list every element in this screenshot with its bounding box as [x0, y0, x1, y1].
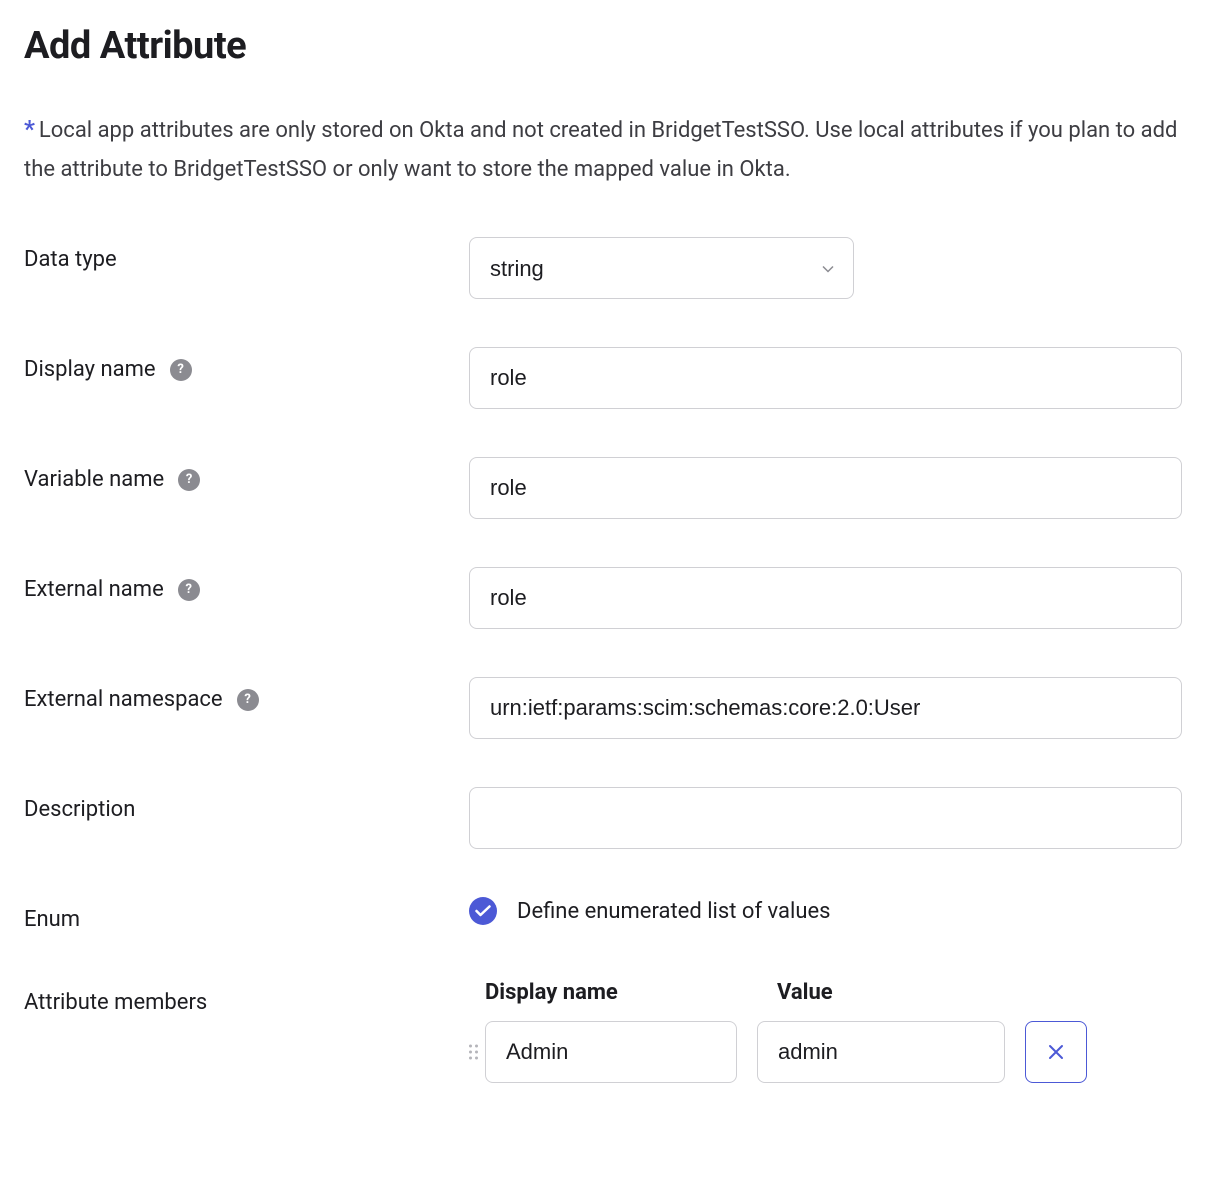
variable-name-input[interactable]	[469, 457, 1182, 519]
row-variable-name: Variable name ?	[24, 457, 1182, 519]
members-header: Display name Value	[469, 980, 1182, 1005]
members-col-value: Value	[777, 980, 1025, 1005]
help-icon[interactable]: ?	[178, 579, 200, 601]
members-col-display-name: Display name	[485, 980, 737, 1005]
member-row	[485, 1021, 1182, 1083]
label-external-name: External name ?	[24, 567, 469, 602]
label-variable-name-text: Variable name	[24, 467, 164, 492]
help-icon[interactable]: ?	[237, 689, 259, 711]
label-attribute-members: Attribute members	[24, 980, 469, 1015]
info-text: *Local app attributes are only stored on…	[24, 108, 1182, 189]
external-namespace-input[interactable]	[469, 677, 1182, 739]
check-icon	[475, 905, 491, 917]
label-description: Description	[24, 787, 469, 822]
label-display-name: Display name ?	[24, 347, 469, 382]
label-external-namespace: External namespace ?	[24, 677, 469, 712]
close-icon	[1047, 1043, 1065, 1061]
help-icon[interactable]: ?	[178, 469, 200, 491]
label-data-type: Data type	[24, 237, 469, 272]
label-external-name-text: External name	[24, 577, 164, 602]
label-attribute-members-text: Attribute members	[24, 990, 207, 1015]
enum-checkbox[interactable]	[469, 897, 497, 925]
label-data-type-text: Data type	[24, 247, 117, 272]
member-value-input[interactable]	[757, 1021, 1005, 1083]
page-title: Add Attribute	[24, 24, 1182, 68]
member-display-name-input[interactable]	[485, 1021, 737, 1083]
row-external-namespace: External namespace ?	[24, 677, 1182, 739]
info-text-content: Local app attributes are only stored on …	[24, 118, 1177, 182]
data-type-select[interactable]: string	[469, 237, 854, 299]
row-data-type: Data type string	[24, 237, 1182, 299]
label-external-namespace-text: External namespace	[24, 687, 223, 712]
label-display-name-text: Display name	[24, 357, 156, 382]
row-description: Description	[24, 787, 1182, 849]
display-name-input[interactable]	[469, 347, 1182, 409]
label-enum-text: Enum	[24, 907, 80, 932]
drag-handle-icon[interactable]	[469, 1045, 478, 1060]
label-enum: Enum	[24, 897, 469, 932]
row-external-name: External name ?	[24, 567, 1182, 629]
label-variable-name: Variable name ?	[24, 457, 469, 492]
remove-member-button[interactable]	[1025, 1021, 1087, 1083]
external-name-input[interactable]	[469, 567, 1182, 629]
row-enum: Enum Define enumerated list of values	[24, 897, 1182, 932]
row-attribute-members: Attribute members Display name Value	[24, 980, 1182, 1083]
description-input[interactable]	[469, 787, 1182, 849]
enum-checkbox-label: Define enumerated list of values	[517, 899, 831, 924]
asterisk-icon: *	[24, 115, 35, 143]
help-icon[interactable]: ?	[170, 359, 192, 381]
label-description-text: Description	[24, 797, 135, 822]
row-display-name: Display name ?	[24, 347, 1182, 409]
